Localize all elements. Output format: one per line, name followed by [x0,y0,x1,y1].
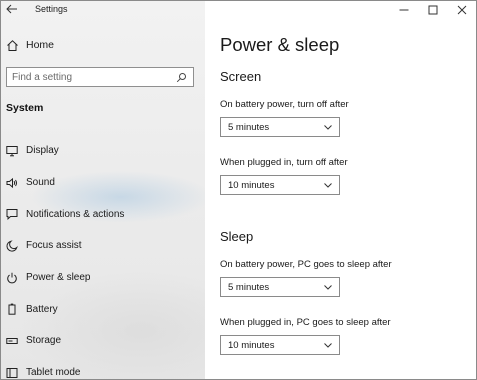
sidebar-item-display[interactable]: Display [1,135,205,167]
search-placeholder: Find a setting [12,71,73,83]
settings-window: Home Find a setting System Display Sound [0,0,477,380]
dropdown-value: 5 minutes [228,121,270,133]
main-content: Power & sleep Screen On battery power, t… [205,1,476,379]
sidebar-nav: Display Sound Notifications & actions Fo… [1,135,205,379]
power-icon [6,272,18,284]
sidebar-item-label: Focus assist [26,240,82,252]
chevron-down-icon [323,340,333,350]
search-input[interactable]: Find a setting [6,67,194,87]
screen-plugged-label: When plugged in, turn off after [220,157,348,168]
sidebar-item-power-sleep[interactable]: Power & sleep [1,262,205,294]
sidebar-item-tablet-mode[interactable]: Tablet mode [1,357,205,379]
screen-battery-label: On battery power, turn off after [220,99,349,110]
screen-section-title: Screen [220,69,262,84]
back-button[interactable] [4,2,20,16]
close-button[interactable] [447,1,476,19]
sidebar-item-label: Storage [26,335,62,347]
minimize-icon [399,9,408,11]
close-icon [457,5,466,15]
sidebar-item-label: Sound [26,177,55,189]
sidebar: Home Find a setting System Display Sound [1,1,205,379]
dropdown-value: 10 minutes [228,339,275,351]
chevron-down-icon [323,282,333,292]
maximize-icon [428,5,437,15]
sleep-battery-label: On battery power, PC goes to sleep after [220,259,392,270]
screen-plugged-dropdown[interactable]: 10 minutes [220,175,340,195]
sidebar-item-storage[interactable]: Storage [1,325,205,357]
battery-icon [6,303,18,315]
page-title: Power & sleep [220,34,340,55]
screen-battery-dropdown[interactable]: 5 minutes [220,117,340,137]
storage-icon [6,335,18,347]
dropdown-value: 5 minutes [228,281,270,293]
tablet-icon [6,367,18,379]
back-arrow-icon [6,4,17,14]
sidebar-item-sound[interactable]: Sound [1,167,205,199]
home-label: Home [26,39,55,51]
home-link[interactable]: Home [6,38,54,52]
sidebar-item-focus-assist[interactable]: Focus assist [1,230,205,262]
title-bar: Settings [1,1,476,19]
speaker-icon [6,177,18,189]
maximize-button[interactable] [418,1,447,19]
sidebar-item-label: Power & sleep [26,272,91,284]
search-icon[interactable] [174,70,188,84]
display-icon [6,145,18,157]
home-icon [6,38,20,52]
sidebar-item-notifications[interactable]: Notifications & actions [1,198,205,230]
sleep-section-title: Sleep [220,229,254,244]
chevron-down-icon [323,122,333,132]
moon-icon [6,240,18,252]
notification-icon [6,208,18,221]
sleep-battery-dropdown[interactable]: 5 minutes [220,277,340,297]
sidebar-item-battery[interactable]: Battery [1,293,205,325]
sidebar-item-label: Tablet mode [26,367,81,379]
chevron-down-icon [323,180,333,190]
sidebar-item-label: Battery [26,303,58,315]
sidebar-item-label: Display [26,145,59,157]
dropdown-value: 10 minutes [228,179,275,191]
sidebar-item-label: Notifications & actions [26,208,125,220]
sleep-plugged-dropdown[interactable]: 10 minutes [220,335,340,355]
window-title: Settings [35,4,68,14]
minimize-button[interactable] [389,1,418,19]
sleep-plugged-label: When plugged in, PC goes to sleep after [220,317,391,328]
window-controls [389,1,476,19]
section-label: System [6,102,44,114]
